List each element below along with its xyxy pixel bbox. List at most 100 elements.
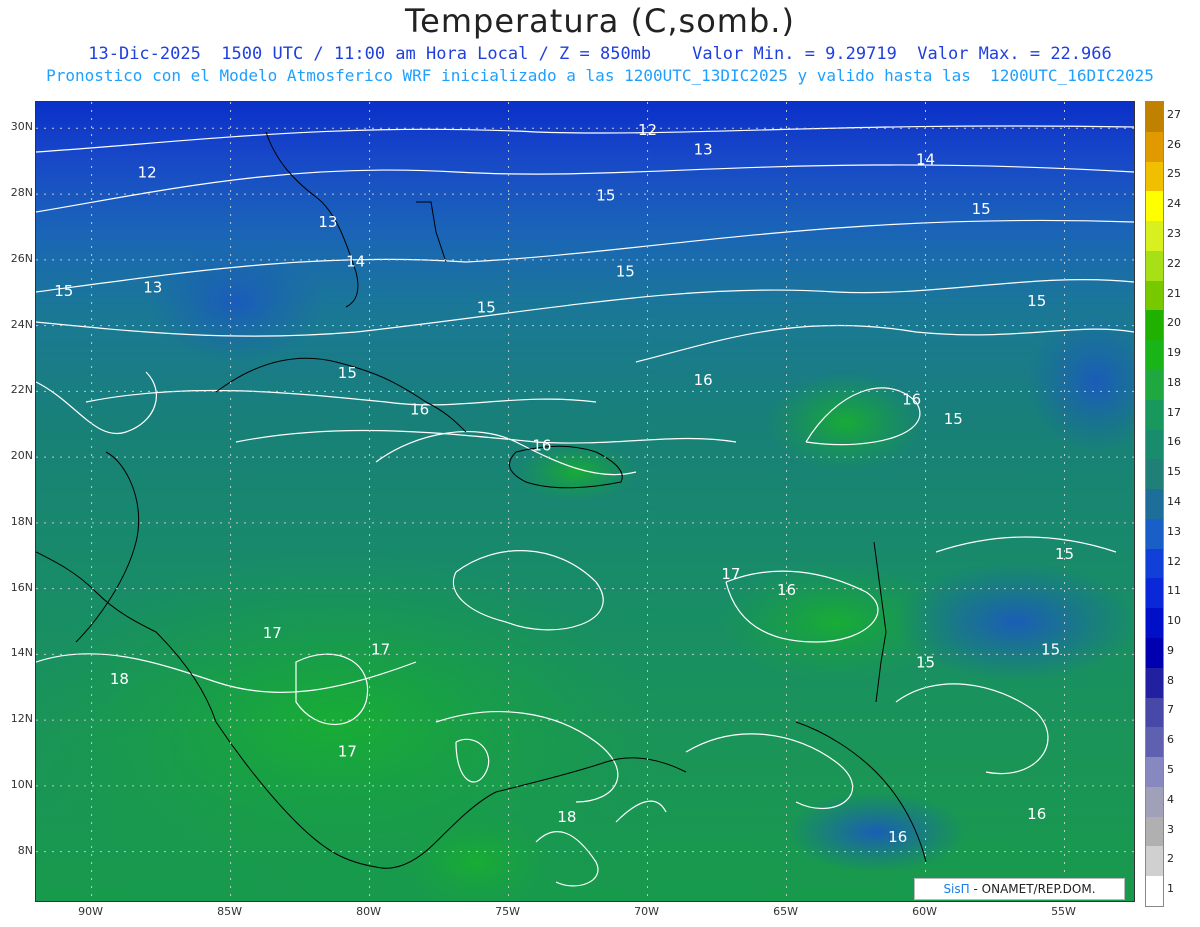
contour-label: 15 <box>916 654 935 672</box>
color-legend-swatch <box>1146 548 1163 579</box>
color-legend-swatch <box>1146 340 1163 371</box>
credit-box: SisΠ - ONAMET/REP.DOM. <box>914 878 1125 900</box>
color-legend-label: 3 <box>1167 822 1174 836</box>
contour-label: 16 <box>1027 805 1046 823</box>
latitude-label: 10N <box>10 777 33 791</box>
contour-label: 15 <box>972 200 991 218</box>
color-legend-label: 19 <box>1167 346 1181 360</box>
color-legend-swatch <box>1146 370 1163 401</box>
color-legend-label: 24 <box>1167 197 1181 211</box>
contour-label: 17 <box>338 742 357 760</box>
model-info-line: Pronostico con el Modelo Atmosferico WRF… <box>46 66 1154 85</box>
contour-label: 17 <box>721 565 740 583</box>
color-legend-label: 9 <box>1167 643 1174 657</box>
color-legend-swatch <box>1146 667 1163 699</box>
color-legend-label: 8 <box>1167 673 1174 687</box>
color-legend-swatch <box>1146 697 1163 728</box>
color-legend-label: 12 <box>1167 554 1181 568</box>
color-legend-swatch <box>1146 459 1163 490</box>
temperature-map: 12 13 14 12 15 15 13 14 15 15 13 15 15 15 16 16 15 16 16 15… <box>35 101 1135 902</box>
color-legend-label: 11 <box>1167 584 1181 598</box>
color-legend-swatch <box>1146 578 1163 609</box>
contour-label: 13 <box>694 141 713 159</box>
contour-label: 16 <box>410 400 429 418</box>
contour-label: 12 <box>638 121 657 139</box>
contour-label: 16 <box>888 828 907 846</box>
valid-time-line: 13-Dic-2025 1500 UTC / 11:00 am Hora Loc… <box>88 44 1112 64</box>
credit-text: - ONAMET/REP.DOM. <box>973 882 1096 896</box>
color-legend-label: 10 <box>1167 614 1181 628</box>
latitude-label: 14N <box>10 646 33 660</box>
map-canvas: 12 13 14 12 15 15 13 14 15 15 13 15 15 15 16 16 15 16 16 15… <box>36 102 1134 901</box>
color-legend-swatch <box>1146 638 1163 669</box>
contour-label: 13 <box>318 213 337 231</box>
contour-label: 15 <box>616 262 635 280</box>
contour-label: 13 <box>143 279 162 297</box>
contour-label: 15 <box>1027 292 1046 310</box>
color-legend-label: 15 <box>1167 465 1181 479</box>
contour-label: 15 <box>596 187 615 205</box>
longitude-label: 70W <box>634 905 659 918</box>
color-legend-swatch <box>1146 727 1163 758</box>
color-legend-swatch <box>1146 846 1163 877</box>
latitude-label: 12N <box>10 712 33 726</box>
contour-label: 16 <box>777 581 796 599</box>
color-legend-swatch <box>1146 608 1163 639</box>
color-legend-label: 5 <box>1167 763 1174 776</box>
color-legend-label: 18 <box>1167 375 1181 389</box>
latitude-label: 22N <box>10 383 33 397</box>
color-legend-swatch <box>1146 280 1163 311</box>
color-legend-bar <box>1145 101 1164 907</box>
latitude-label: 30N <box>10 120 33 134</box>
color-legend-label: 25 <box>1167 167 1181 181</box>
contour-label: 15 <box>338 364 357 382</box>
latitude-label: 16N <box>10 580 33 594</box>
longitude-label: 80W <box>356 905 381 918</box>
color-legend-swatch <box>1146 489 1163 520</box>
color-legend-label: 17 <box>1167 405 1181 419</box>
color-legend-label: 13 <box>1167 524 1181 538</box>
color-legend-swatch <box>1146 786 1163 818</box>
color-legend-swatch <box>1146 161 1163 192</box>
contour-label: 15 <box>944 410 963 428</box>
longitude-label: 75W <box>495 905 520 918</box>
contour-label: 15 <box>477 298 496 316</box>
color-legend-swatch <box>1146 102 1163 133</box>
longitude-label: 55W <box>1051 905 1076 918</box>
color-legend-label: 21 <box>1167 286 1181 300</box>
longitude-label: 85W <box>217 905 243 918</box>
color-legend-label: 16 <box>1167 435 1181 449</box>
color-legend-swatch <box>1146 131 1163 163</box>
color-legend-swatch <box>1146 876 1163 907</box>
color-legend-label: 20 <box>1167 316 1181 330</box>
contour-label: 17 <box>371 640 390 658</box>
color-legend-label: 1 <box>1167 882 1174 896</box>
contour-label: 15 <box>1055 545 1074 563</box>
latitude-label: 24N <box>10 317 33 331</box>
longitude-label: 90W <box>78 905 104 918</box>
latitude-label: 28N <box>10 186 33 200</box>
color-legend-swatch <box>1146 250 1163 282</box>
color-legend-label: 23 <box>1167 227 1181 240</box>
color-legend-label: 14 <box>1167 495 1181 508</box>
contour-label: 16 <box>694 371 713 389</box>
color-legend-swatch <box>1146 221 1163 252</box>
color-legend-label: 2 <box>1167 852 1174 866</box>
color-legend-label: 27 <box>1167 107 1181 121</box>
color-legend-label: 4 <box>1167 792 1174 806</box>
color-legend-label: 6 <box>1167 733 1174 747</box>
warm-region <box>36 552 656 892</box>
contour-label: 17 <box>263 624 282 642</box>
contour-label: 14 <box>346 252 365 270</box>
color-legend-swatch <box>1146 429 1163 460</box>
contour-label: 12 <box>138 164 157 182</box>
color-legend-label: 7 <box>1167 703 1174 717</box>
latitude-label: 8N <box>17 843 33 857</box>
latitude-label: 20N <box>10 449 33 463</box>
color-legend-label: 26 <box>1167 137 1181 151</box>
contour-label: 16 <box>902 391 921 409</box>
color-legend-label: 22 <box>1167 256 1181 270</box>
contour-label: 15 <box>1041 640 1060 658</box>
cool-region <box>786 792 966 872</box>
sispi-logo: SisΠ <box>943 882 970 896</box>
